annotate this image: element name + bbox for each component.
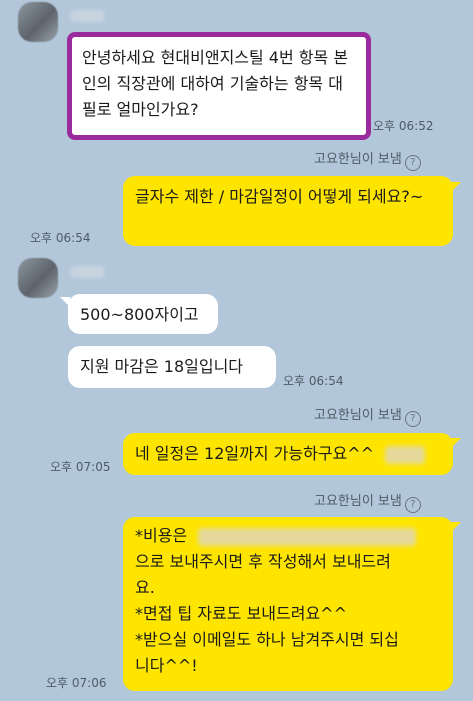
message-text: 500~800자이고 [80, 305, 199, 324]
sent-via-label: 고요한님이 보냄? [314, 404, 421, 427]
redacted-text [385, 445, 426, 464]
sender-name-redacted [70, 10, 104, 22]
help-circle-icon[interactable]: ? [404, 411, 421, 427]
outgoing-message[interactable]: *비용은 으로 보내주시면 후 작성해서 보내드려 요. *면접 팁 자료도 보… [123, 517, 453, 691]
message-time: 오후 07:05 [50, 460, 111, 474]
bubble-tail [451, 522, 461, 532]
bubble-tail [451, 438, 461, 448]
incoming-message[interactable]: 지원 마감은 18일입니다 [68, 346, 276, 388]
message-line: 요. [135, 578, 155, 597]
message-time: 오후 06:54 [283, 374, 344, 388]
help-circle-icon[interactable]: ? [404, 155, 421, 171]
message-time: 오후 06:52 [373, 119, 434, 133]
sent-via-label: 고요한님이 보냄? [314, 490, 421, 513]
outgoing-message[interactable]: 네 일정은 12일까지 가능하구요^^ [123, 433, 453, 475]
message-text: 안녕하세요 현대비앤지스틸 4번 항목 본인의 직장관에 대하여 기술하는 항목… [82, 48, 349, 119]
message-line: *면접 팁 자료도 보내드려요^^ [135, 604, 347, 623]
avatar[interactable] [18, 2, 58, 42]
message-text: *비용은 [135, 526, 188, 545]
sent-via-label: 고요한님이 보냄? [314, 148, 421, 171]
message-time: 오후 07:06 [46, 676, 107, 690]
incoming-message-highlighted[interactable]: 안녕하세요 현대비앤지스틸 4번 항목 본인의 직장관에 대하여 기술하는 항목… [67, 32, 371, 140]
bubble-tail [451, 182, 461, 192]
outgoing-message[interactable]: 글자수 제한 / 마감일정이 어떻게 되세요?~ [123, 176, 453, 246]
sender-name-redacted [70, 266, 104, 278]
avatar[interactable] [18, 258, 58, 298]
message-text: 지원 마감은 18일입니다 [80, 357, 244, 376]
sent-via-text: 고요한님이 보냄 [314, 408, 402, 423]
redacted-text [198, 527, 417, 546]
sent-via-text: 고요한님이 보냄 [314, 494, 402, 509]
incoming-message[interactable]: 500~800자이고 [68, 294, 218, 334]
message-line: *비용은 [135, 523, 441, 549]
message-text: 글자수 제한 / 마감일정이 어떻게 되세요?~ [135, 187, 424, 206]
message-time: 오후 06:54 [30, 231, 91, 245]
message-text: 네 일정은 12일까지 가능하구요^^ [135, 444, 375, 463]
message-line: 니다^^! [135, 656, 198, 675]
sent-via-text: 고요한님이 보냄 [314, 152, 402, 167]
message-line: *받으실 이메일도 하나 남겨주시면 되십 [135, 630, 399, 649]
help-circle-icon[interactable]: ? [404, 497, 421, 513]
message-line: 으로 보내주시면 후 작성해서 보내드려 [135, 552, 391, 571]
